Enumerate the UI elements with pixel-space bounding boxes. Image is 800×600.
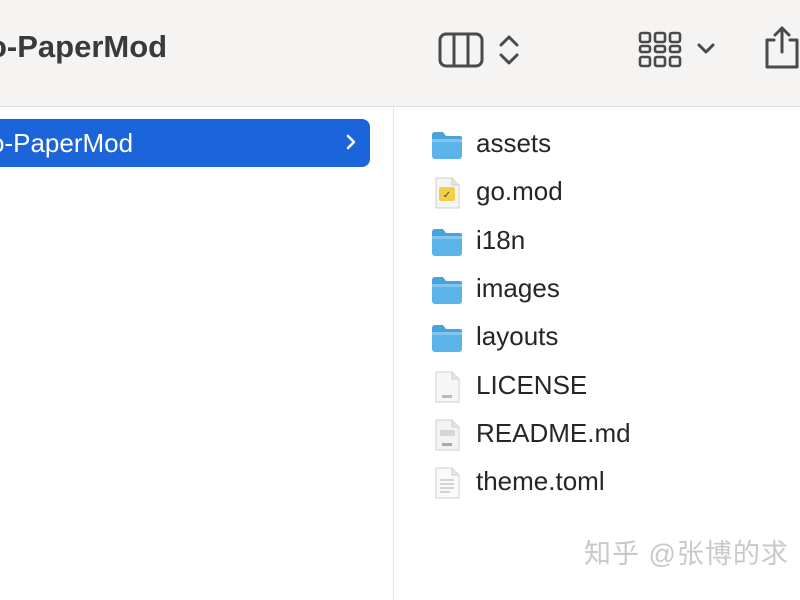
file-name: i18n <box>476 224 526 255</box>
sidebar: o-PaperMod <box>0 107 394 600</box>
text-file-icon <box>430 371 464 403</box>
file-name: README.md <box>476 417 631 448</box>
go-mod-file-icon: ✓ <box>430 177 464 209</box>
file-row-readme-md[interactable]: README.md <box>394 409 800 457</box>
window-title: o-PaperMod <box>0 29 168 64</box>
chevron-down-icon[interactable] <box>696 42 716 61</box>
view-columns-icon[interactable] <box>438 32 484 73</box>
share-icon[interactable] <box>764 24 800 75</box>
file-row-go-mod[interactable]: ✓ go.mod <box>394 167 800 215</box>
file-row-layouts[interactable]: layouts <box>394 312 800 360</box>
file-name: LICENSE <box>476 369 588 400</box>
file-name: images <box>476 272 560 303</box>
file-name: layouts <box>476 321 559 352</box>
sidebar-item-label: o-PaperMod <box>0 128 134 158</box>
watermark: 知乎 @张博的求 <box>584 539 789 569</box>
document-file-icon <box>430 467 464 499</box>
toolbar: o-PaperMod <box>0 0 800 107</box>
file-name: assets <box>476 128 552 158</box>
sidebar-item-selected[interactable]: o-PaperMod <box>0 119 370 167</box>
folder-icon <box>430 226 464 258</box>
file-row-assets[interactable]: assets <box>394 119 800 167</box>
grid-view-icon[interactable] <box>638 30 682 75</box>
chevron-right-icon <box>345 132 357 157</box>
file-name: theme.toml <box>476 466 605 497</box>
file-name: go.mod <box>476 176 563 207</box>
folder-icon <box>430 129 464 161</box>
markdown-file-icon <box>430 419 464 451</box>
file-row-license[interactable]: LICENSE <box>394 361 800 409</box>
file-row-images[interactable]: images <box>394 264 800 312</box>
file-row-theme-toml[interactable]: theme.toml <box>394 457 800 505</box>
file-list: assets ✓ go.mod i18n images layouts LICENSE REA… <box>394 107 800 600</box>
file-row-i18n[interactable]: i18n <box>394 216 800 264</box>
svg-text:✓: ✓ <box>443 190 451 201</box>
up-down-chevron-icon[interactable] <box>498 32 520 73</box>
folder-icon <box>430 274 464 306</box>
folder-icon <box>430 322 464 354</box>
